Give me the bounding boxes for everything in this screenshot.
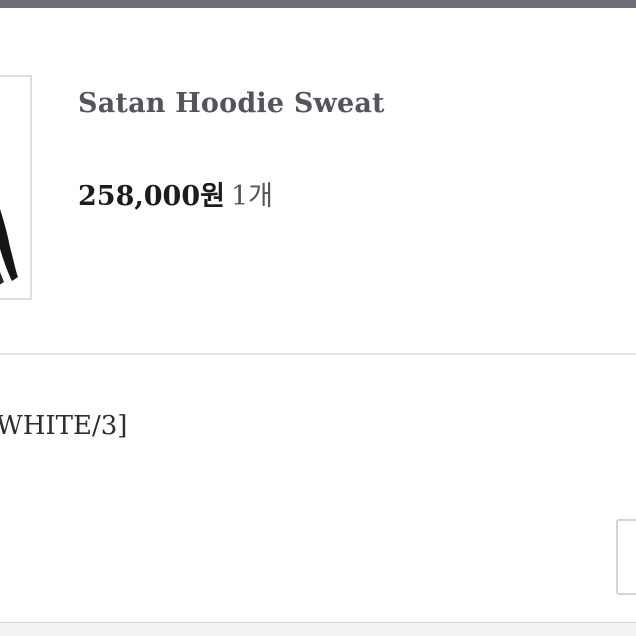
top-bar	[0, 0, 636, 8]
action-button[interactable]	[616, 519, 636, 595]
product-quantity: 1개	[230, 181, 273, 212]
product-thumbnail[interactable]	[0, 75, 32, 300]
product-name[interactable]: Satan Hoodie Sweat	[78, 88, 385, 119]
product-option: WHITE/3]	[0, 411, 128, 441]
price-row: 258,000원 1개	[78, 174, 273, 213]
order-item-card: Satan Hoodie Sweat 258,000원 1개 WHITE/3]	[0, 8, 636, 622]
bottom-divider	[0, 622, 636, 636]
hoodie-image-icon	[0, 209, 18, 285]
product-price: 258,000원	[78, 181, 225, 212]
section-divider	[0, 353, 636, 355]
